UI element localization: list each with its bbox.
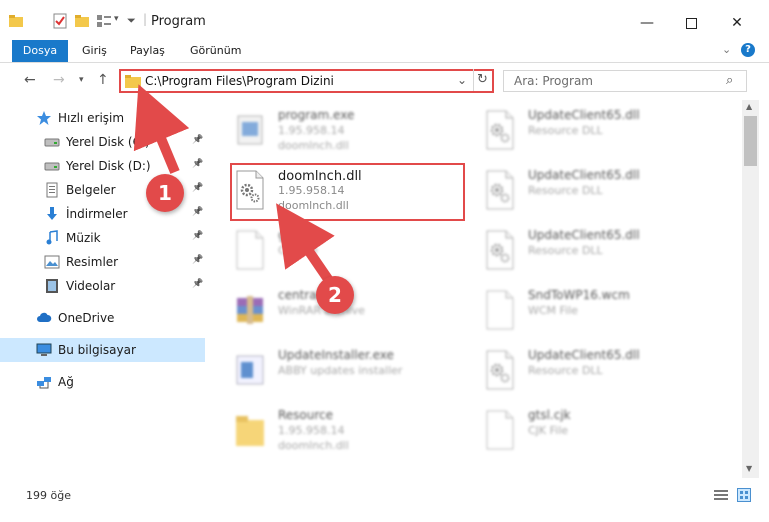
annotation-arrows — [133, 84, 335, 285]
callout-2: 2 — [316, 276, 354, 314]
callout-1: 1 — [146, 174, 184, 212]
arrow-2 — [276, 203, 335, 285]
arrow-1 — [133, 84, 190, 174]
